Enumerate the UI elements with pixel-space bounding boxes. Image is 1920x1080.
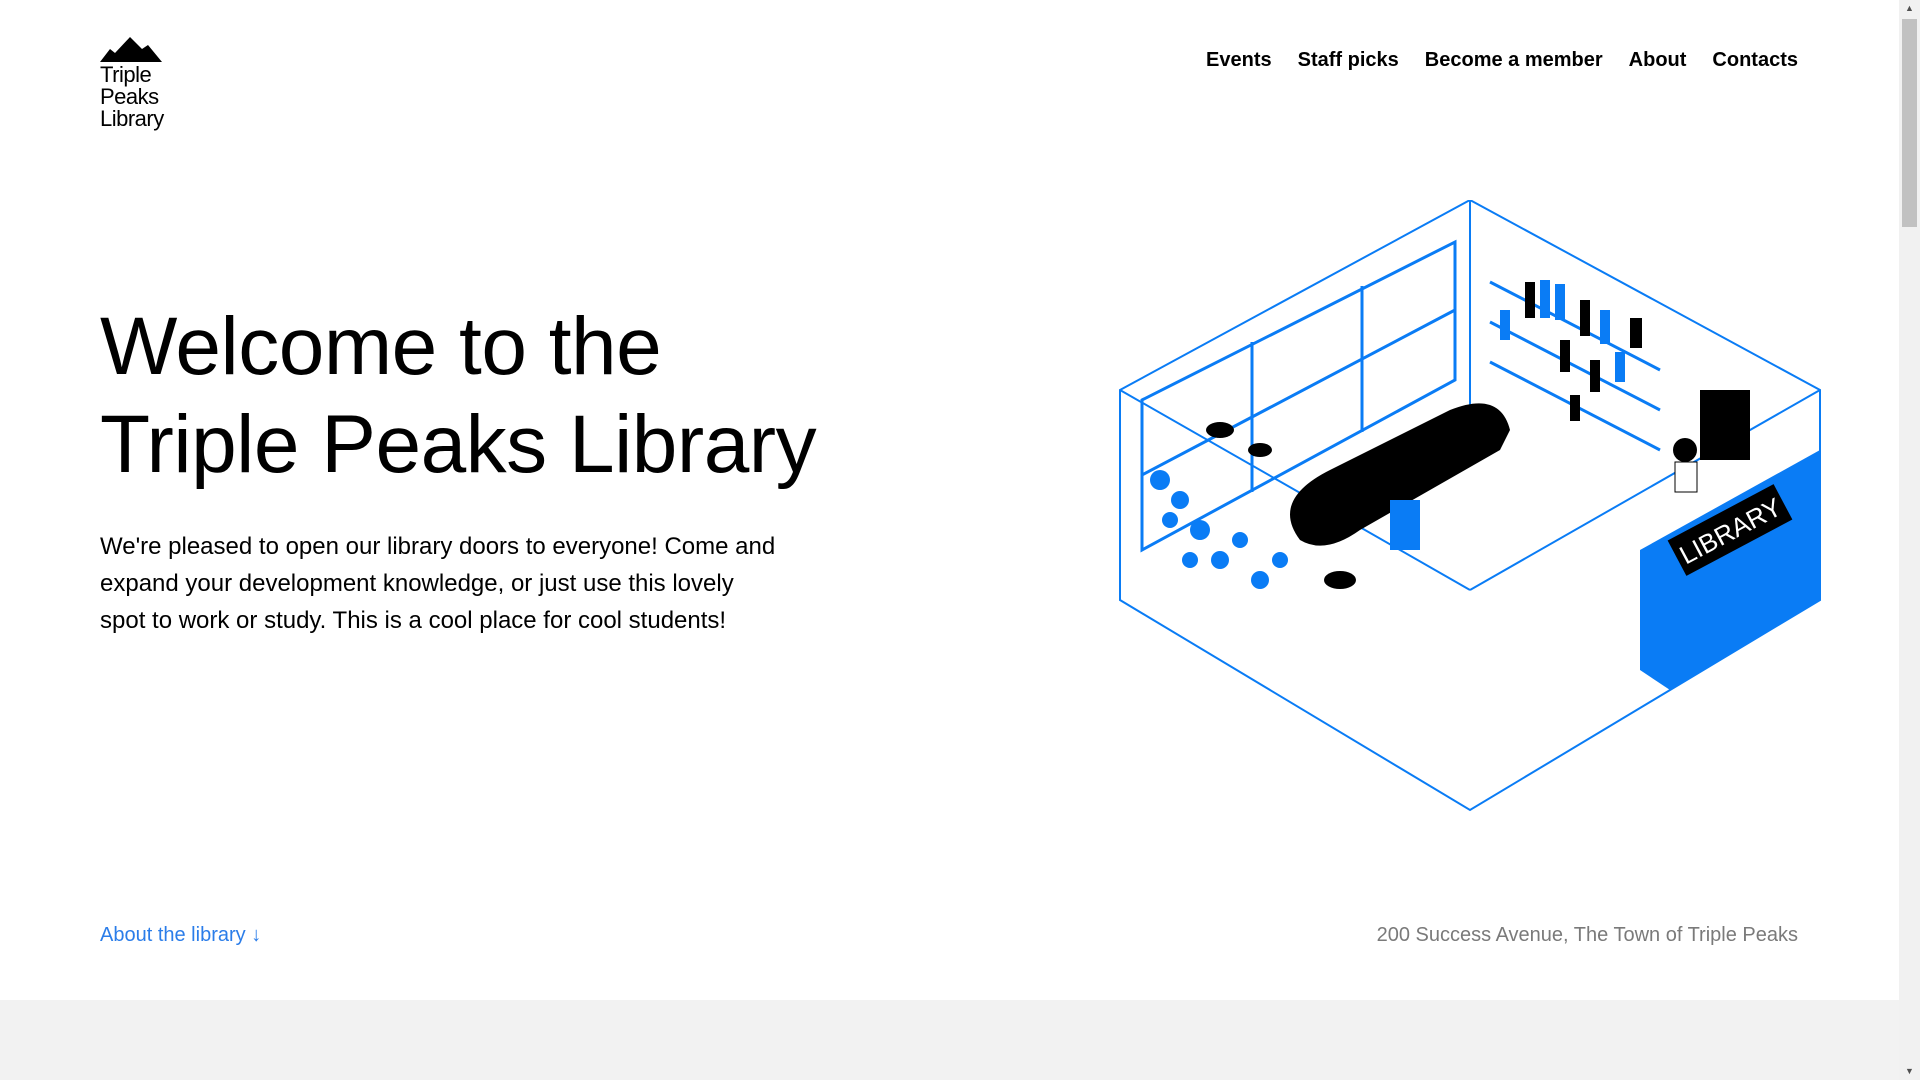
- hero-section: Triple Peaks Library Events Staff picks …: [0, 0, 1899, 1000]
- title-line-1: Welcome to the: [100, 301, 662, 392]
- site-logo[interactable]: Triple Peaks Library: [100, 37, 180, 137]
- main-nav: Events Staff picks Become a member About…: [1206, 48, 1798, 72]
- nav-link-about[interactable]: About: [1629, 48, 1687, 72]
- logo-line-3: Library: [100, 106, 164, 131]
- page-scrollbar[interactable]: ▲ ▼: [1899, 0, 1920, 1080]
- hero-description: We're pleased to open our library doors …: [100, 533, 776, 634]
- mountain-peaks-icon: [100, 37, 162, 62]
- scroll-up-arrow-icon[interactable]: ▲: [1899, 0, 1920, 17]
- title-line-2: Triple Peaks Library: [100, 399, 817, 490]
- nav-link-become-a-member[interactable]: Become a member: [1425, 48, 1603, 72]
- logo-line-1: Triple: [100, 62, 152, 87]
- nav-link-events[interactable]: Events: [1206, 48, 1272, 72]
- isometric-library-room-illustration: LIBRARY: [1119, 200, 1821, 812]
- page-title: Welcome to the Triple Peaks Library: [100, 298, 1000, 494]
- library-address: 200 Success Avenue, The Town of Triple P…: [1376, 924, 1798, 946]
- about-the-library-link[interactable]: About the library ↓: [100, 924, 261, 947]
- scroll-down-arrow-icon[interactable]: ▼: [1899, 1063, 1920, 1080]
- logo-wordmark: Triple Peaks Library: [100, 64, 180, 130]
- scrollbar-thumb[interactable]: [1902, 19, 1917, 227]
- nav-link-staff-picks[interactable]: Staff picks: [1298, 48, 1399, 72]
- page: Triple Peaks Library Events Staff picks …: [0, 0, 1920, 1080]
- logo-line-2: Peaks: [100, 84, 159, 109]
- next-section-band: [0, 1000, 1899, 1080]
- nav-link-contacts[interactable]: Contacts: [1712, 48, 1798, 72]
